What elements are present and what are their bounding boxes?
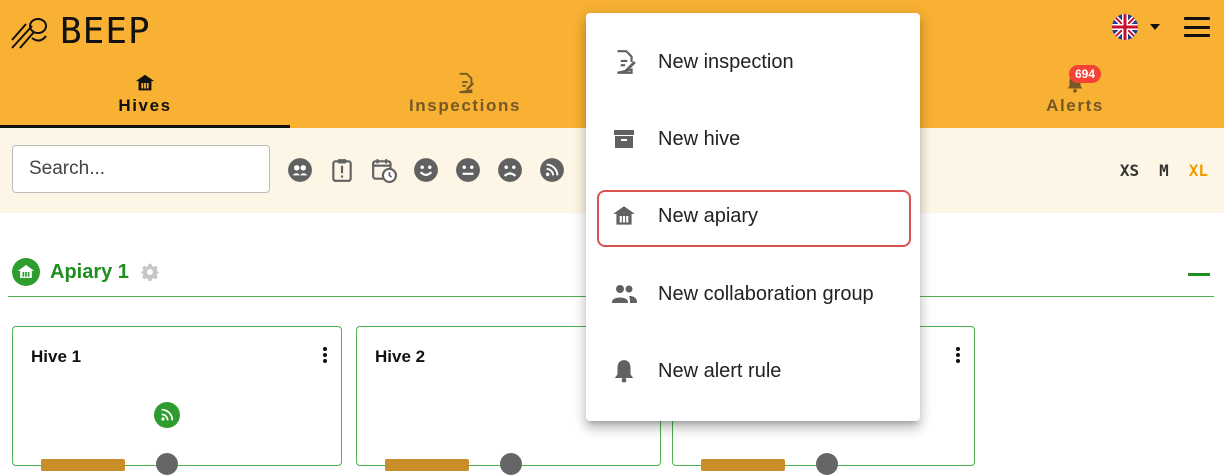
group-filter-icon[interactable]: [286, 156, 314, 184]
apiary-icon: [610, 202, 638, 230]
hive-card[interactable]: Hive 1: [12, 326, 342, 475]
tab-label: Inspections: [408, 96, 522, 115]
hive-name: Hive 2: [375, 347, 426, 366]
size-m-button[interactable]: M: [1159, 161, 1169, 180]
menu-item-new-apiary[interactable]: New apiary: [586, 186, 920, 246]
hive-layer: [701, 459, 785, 471]
size-toggle: XS M XL: [1120, 161, 1208, 180]
neutral-face-icon[interactable]: [454, 156, 482, 184]
language-flag-icon[interactable]: [1112, 14, 1138, 40]
more-vert-icon[interactable]: [323, 347, 327, 363]
search-input[interactable]: [12, 145, 270, 193]
apiary-header: Apiary 1: [12, 258, 159, 286]
hive-layer: [41, 459, 125, 471]
collapse-icon[interactable]: [1188, 273, 1210, 276]
hive-status-dot: [816, 453, 838, 475]
logo[interactable]: BEEP: [10, 12, 151, 52]
hive-status-dot: [156, 453, 178, 475]
menu-item-new-alert-rule[interactable]: New alert rule: [586, 341, 920, 401]
app-title: BEEP: [60, 11, 151, 52]
hive-box-icon: [610, 125, 638, 153]
inspection-icon: [459, 72, 475, 94]
sensor-icon: [154, 402, 180, 428]
hive-name: Hive 1: [31, 347, 82, 366]
chevron-down-icon[interactable]: [1150, 24, 1160, 30]
bell-icon: [610, 357, 638, 385]
clipboard-alert-icon[interactable]: [328, 156, 356, 184]
hive-layer: [385, 459, 469, 471]
apiary-icon: [135, 74, 155, 91]
size-xs-button[interactable]: XS: [1120, 161, 1139, 180]
hive-status-dot: [500, 453, 522, 475]
menu-item-label: New inspection: [658, 50, 794, 73]
tab-hives[interactable]: Hives: [0, 66, 290, 128]
menu-item-new-hive[interactable]: New hive: [586, 109, 920, 169]
menu-item-new-inspection[interactable]: New inspection: [586, 32, 920, 92]
menu-item-label: New hive: [658, 127, 741, 150]
tab-label: Hives: [118, 96, 172, 115]
tab-inspections[interactable]: Inspections: [320, 66, 610, 128]
gear-icon[interactable]: [140, 263, 159, 281]
menu-item-label: New collaboration group: [658, 282, 874, 305]
menu-item-label: New apiary: [658, 204, 759, 227]
menu-item-label: New alert rule: [658, 359, 782, 382]
menu-icon[interactable]: [1184, 17, 1210, 37]
add-menu: New inspection New hive New apiary New c…: [586, 13, 920, 421]
size-xl-button[interactable]: XL: [1189, 161, 1208, 180]
group-icon: [610, 280, 638, 308]
menu-item-new-collaboration-group[interactable]: New collaboration group: [586, 264, 920, 324]
apiary-icon: [12, 258, 40, 286]
calendar-clock-icon[interactable]: [370, 156, 398, 184]
more-vert-icon[interactable]: [956, 347, 960, 363]
happy-face-icon[interactable]: [412, 156, 440, 184]
inspection-edit-icon: [610, 48, 638, 76]
tab-label: Alerts: [1046, 96, 1104, 115]
sad-face-icon[interactable]: [496, 156, 524, 184]
apiary-title[interactable]: Apiary 1: [50, 261, 129, 284]
alerts-count-badge: 694: [1069, 65, 1102, 83]
sensor-icon[interactable]: [538, 156, 566, 184]
beep-logo-icon: [11, 18, 47, 49]
